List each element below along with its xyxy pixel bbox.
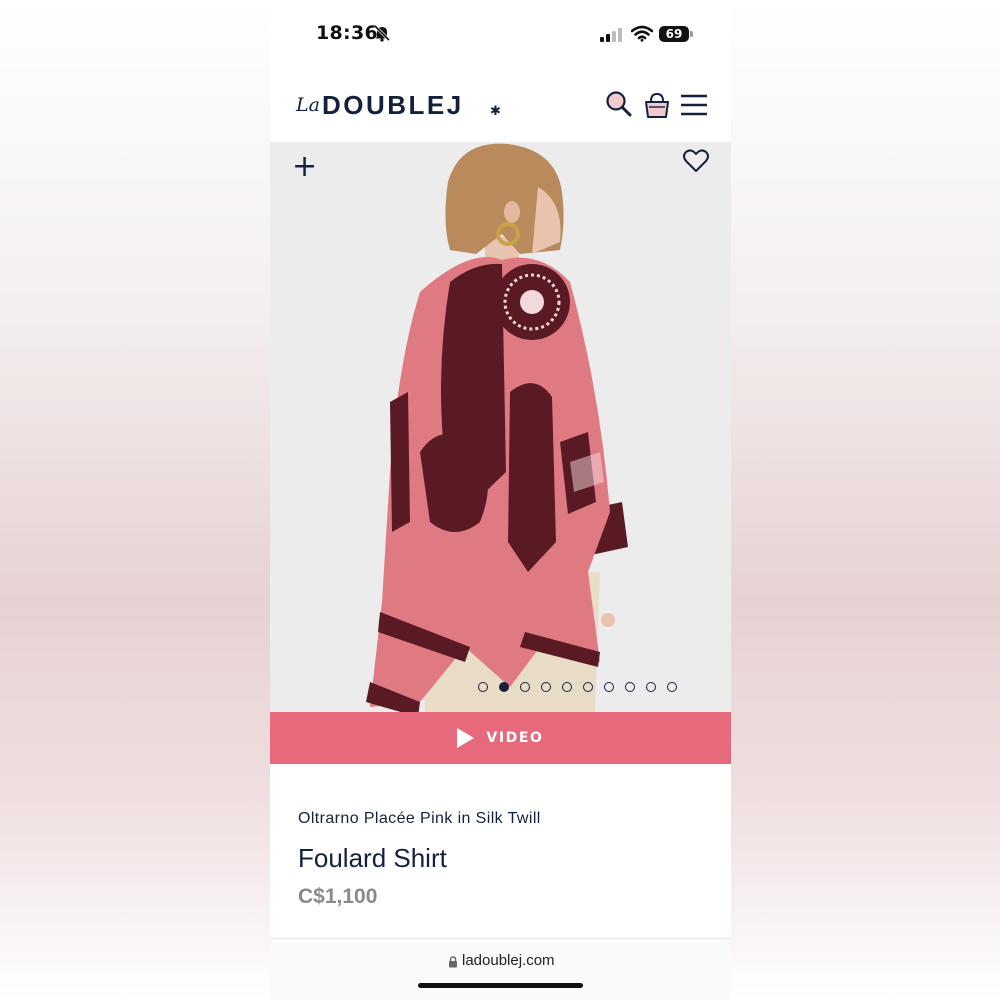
menu-icon[interactable] bbox=[681, 94, 707, 116]
logo-star-mark: ✱ bbox=[490, 104, 501, 119]
play-icon bbox=[457, 728, 475, 748]
background-left bbox=[0, 0, 270, 1000]
browser-address-bar[interactable]: ladoublej.com bbox=[270, 939, 731, 1000]
carousel-dot[interactable] bbox=[604, 682, 614, 692]
status-bar: 18:36 69 bbox=[270, 0, 731, 70]
product-subtitle: Oltrarno Placée Pink in Silk Twill bbox=[298, 810, 541, 827]
bag-icon[interactable] bbox=[643, 91, 671, 119]
product-image-gallery[interactable]: + bbox=[270, 142, 731, 712]
phone-screen: 18:36 69 La DOUBLEJ ✱ + VIDEO Oltrarno P… bbox=[270, 0, 731, 1000]
logo-prefix[interactable]: La bbox=[296, 94, 320, 116]
url-text[interactable]: ladoublej.com bbox=[462, 952, 555, 969]
carousel-dot[interactable] bbox=[541, 682, 551, 692]
logo-wordmark[interactable]: DOUBLEJ bbox=[322, 90, 464, 121]
product-title: Foulard Shirt bbox=[298, 843, 447, 873]
status-time: 18:36 bbox=[316, 22, 378, 44]
carousel-dot[interactable] bbox=[646, 682, 656, 692]
carousel-pagination bbox=[478, 682, 677, 696]
bell-muted-icon bbox=[373, 24, 391, 42]
plus-icon[interactable]: + bbox=[292, 152, 317, 182]
carousel-dot[interactable] bbox=[625, 682, 635, 692]
search-icon[interactable] bbox=[605, 90, 633, 118]
background-right bbox=[731, 0, 1000, 1000]
product-photo bbox=[270, 142, 731, 712]
carousel-dot[interactable] bbox=[583, 682, 593, 692]
carousel-dot-active[interactable] bbox=[499, 682, 509, 692]
carousel-dot[interactable] bbox=[562, 682, 572, 692]
home-indicator[interactable] bbox=[418, 983, 583, 988]
wifi-icon bbox=[631, 25, 653, 42]
lock-icon bbox=[449, 956, 457, 968]
carousel-dot[interactable] bbox=[667, 682, 677, 692]
carousel-dot[interactable] bbox=[520, 682, 530, 692]
battery-nub bbox=[690, 31, 693, 37]
product-price: C$1,100 bbox=[298, 885, 378, 908]
site-header: La DOUBLEJ ✱ bbox=[270, 70, 731, 142]
cellular-signal-icon bbox=[600, 28, 622, 42]
carousel-dot[interactable] bbox=[478, 682, 488, 692]
battery-indicator: 69 bbox=[659, 26, 689, 42]
video-button[interactable]: VIDEO bbox=[270, 712, 731, 764]
heart-icon[interactable] bbox=[683, 149, 709, 173]
video-label: VIDEO bbox=[486, 730, 544, 746]
